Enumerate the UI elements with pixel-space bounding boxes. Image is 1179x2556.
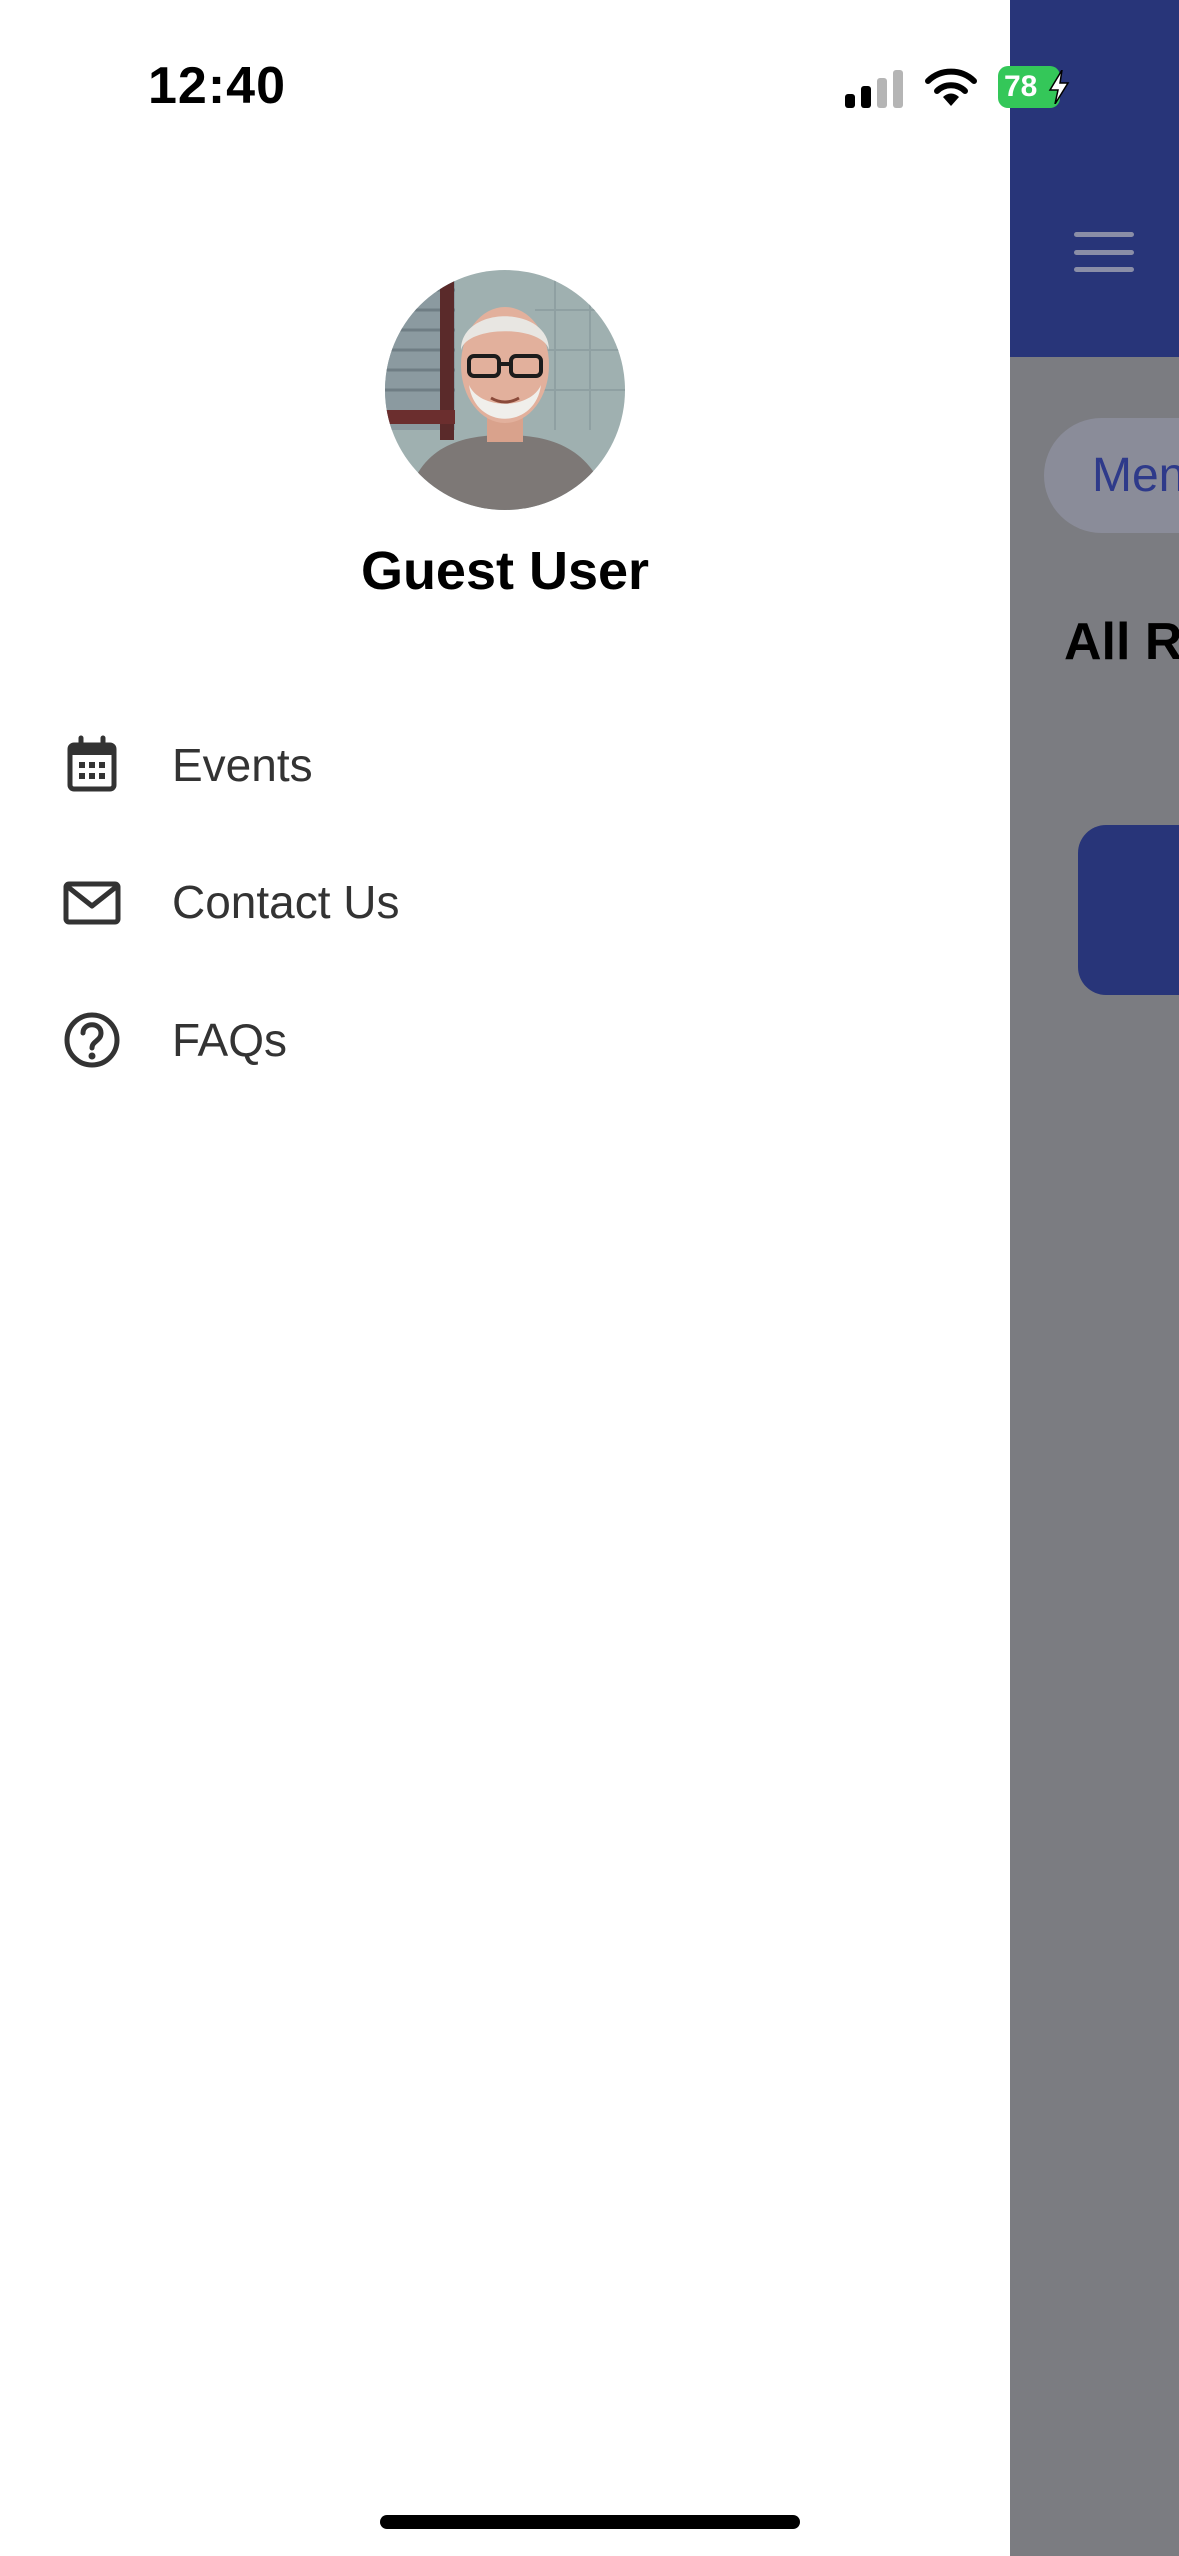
status-bar: 12:40 78 bbox=[0, 0, 1179, 140]
hamburger-menu-icon[interactable] bbox=[1074, 232, 1134, 272]
background-app-overlay[interactable]: Men All R bbox=[1010, 0, 1179, 2556]
calendar-icon bbox=[67, 735, 117, 792]
avatar[interactable] bbox=[385, 270, 625, 510]
menu-chip-label: Men bbox=[1092, 449, 1179, 502]
wifi-icon bbox=[925, 68, 977, 106]
section-title: All R bbox=[1064, 613, 1179, 671]
drawer-item-contact-us[interactable]: Contact Us bbox=[0, 842, 1010, 962]
cellular-signal-icon bbox=[845, 70, 903, 108]
navigation-drawer: Guest User Events Contact Us FAQs bbox=[0, 0, 1010, 2556]
drawer-item-faqs[interactable]: FAQs bbox=[0, 980, 1010, 1100]
content-card[interactable] bbox=[1078, 825, 1179, 995]
status-time: 12:40 bbox=[148, 57, 286, 115]
mail-icon bbox=[63, 881, 121, 925]
drawer-item-label: Contact Us bbox=[172, 876, 400, 928]
menu-chip[interactable]: Men bbox=[1044, 418, 1179, 533]
charging-bolt-icon bbox=[1048, 70, 1070, 104]
drawer-item-label: FAQs bbox=[172, 1014, 288, 1066]
battery-indicator: 78 bbox=[998, 66, 1078, 108]
drawer-item-events[interactable]: Events bbox=[0, 705, 1010, 825]
question-circle-icon bbox=[64, 1012, 120, 1068]
drawer-item-label: Events bbox=[172, 739, 313, 791]
user-name: Guest User bbox=[360, 541, 650, 601]
home-indicator[interactable] bbox=[380, 2515, 800, 2529]
